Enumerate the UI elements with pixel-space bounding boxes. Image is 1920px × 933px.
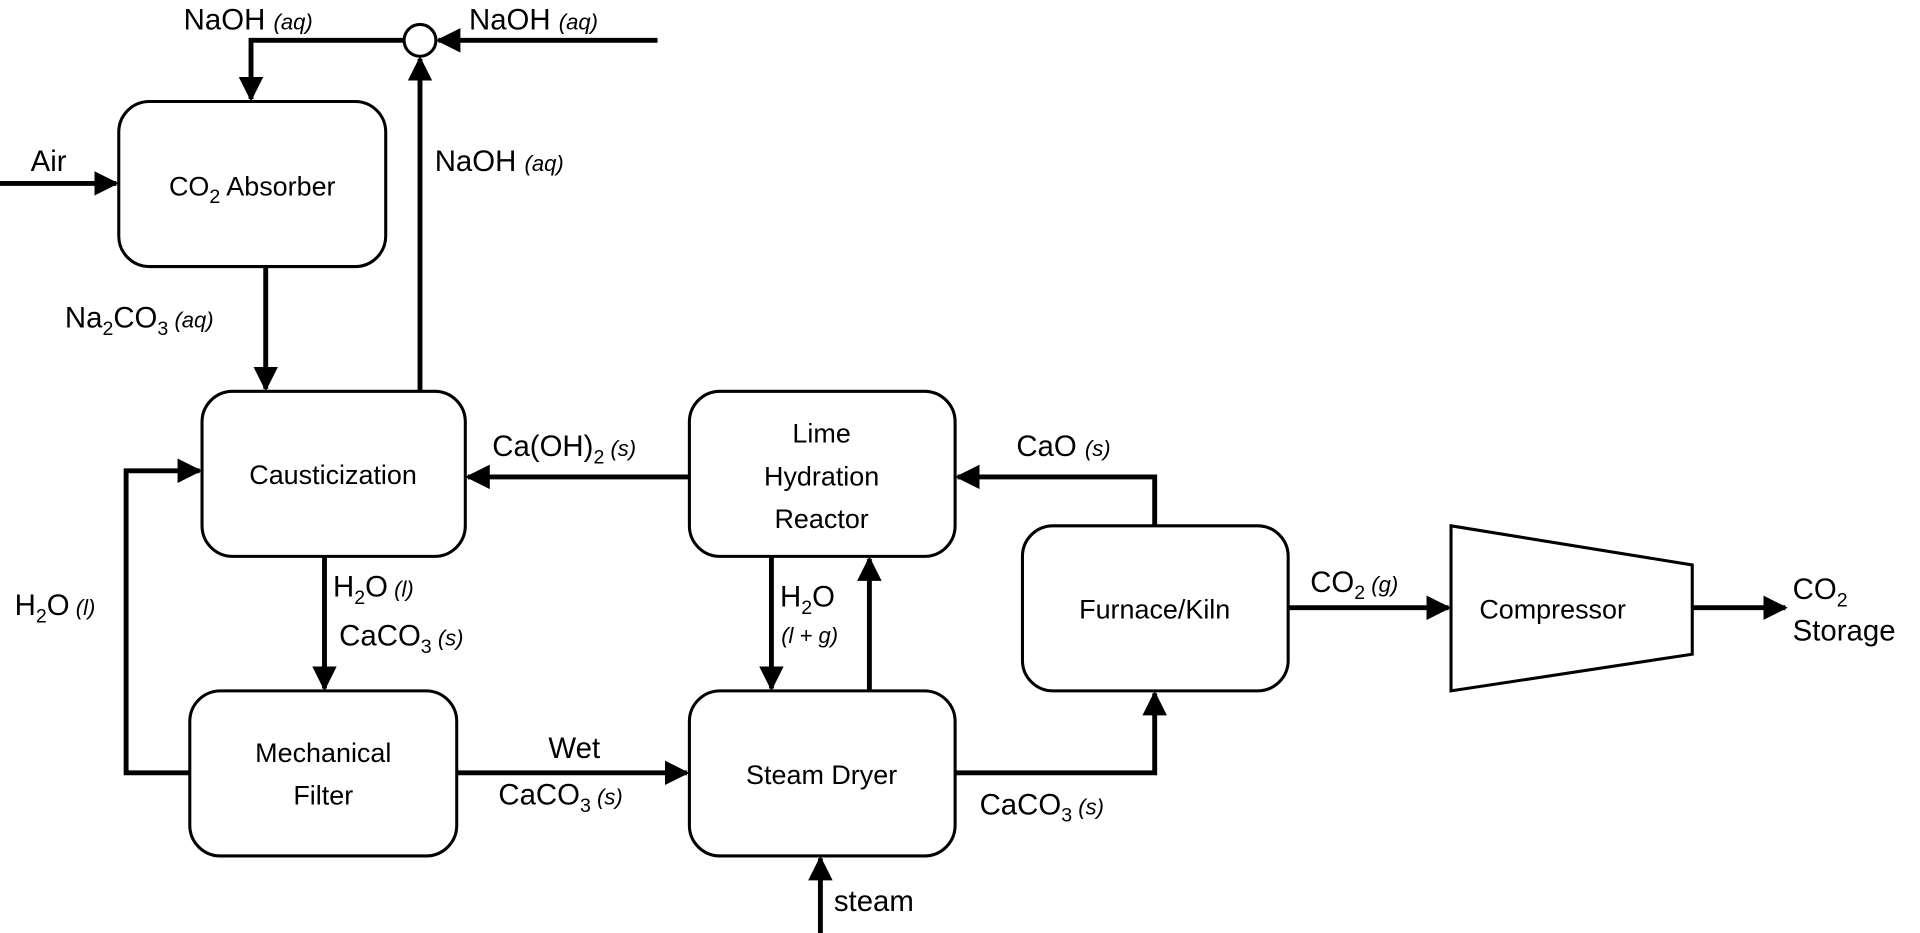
- h2o-caust-label: H2O (l): [333, 571, 414, 609]
- air-label: Air: [31, 145, 67, 178]
- naoh-makeup-label: NaOH (aq): [469, 3, 598, 36]
- co2-storage-label: CO2 Storage: [1793, 573, 1896, 648]
- na2co3-label: Na2CO3 (aq): [65, 302, 214, 340]
- process-flow-diagram: CO2 Absorber Causticization Lime Hydratio…: [0, 3, 1896, 933]
- co2-gas-label: CO2 (g): [1310, 566, 1398, 604]
- causticization-label: Causticization: [249, 460, 417, 490]
- h2o-lime-phase: (l + g): [781, 623, 838, 648]
- naoh-to-absorber-line: [238, 37, 405, 102]
- steam-label: steam: [834, 885, 914, 918]
- mixer-node: [402, 22, 438, 58]
- caco3-caust-label: CaCO3 (s): [339, 620, 463, 658]
- wet-caco3-label: CaCO3 (s): [498, 779, 622, 817]
- naoh-recycle-label: NaOH (aq): [435, 145, 564, 178]
- h2o-recycle-label: H2O (l): [15, 589, 96, 627]
- caoh2-label: Ca(OH)2 (s): [492, 430, 636, 468]
- steam-dryer-label: Steam Dryer: [746, 760, 897, 790]
- h2o-lime-label: H2O: [780, 581, 835, 619]
- cao-line: [955, 464, 1158, 526]
- wet-label: Wet: [548, 732, 600, 765]
- furnace-label: Furnace/Kiln: [1079, 595, 1230, 625]
- naoh-top-label: NaOH (aq): [184, 3, 313, 36]
- caco3-dryer-label: CaCO3 (s): [980, 788, 1104, 826]
- compressor-label: Compressor: [1479, 595, 1626, 625]
- caco3-dryer-line: [955, 690, 1167, 776]
- cao-label: CaO (s): [1016, 430, 1110, 463]
- mechanical-filter-box: [188, 689, 459, 858]
